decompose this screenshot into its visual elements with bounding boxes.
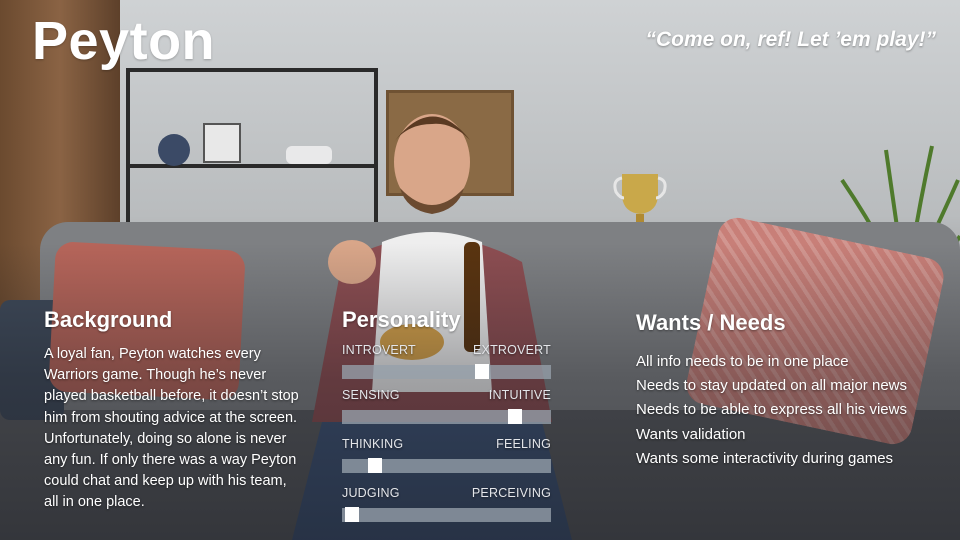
- trait-slider: SENSING INTUITIVE: [342, 388, 551, 438]
- list-item: Wants some interactivity during games: [636, 449, 894, 467]
- trait-knob: [508, 409, 523, 424]
- list-item: Needs to stay updated on all major news: [636, 377, 907, 395]
- trait-left-label: INTROVERT: [342, 343, 416, 357]
- trait-track: [342, 507, 551, 522]
- trait-left-label: THINKING: [342, 437, 404, 451]
- trait-right-label: INTUITIVE: [488, 388, 551, 402]
- trait-slider: THINKING FEELING: [342, 437, 551, 487]
- trait-track: [342, 458, 551, 473]
- trait-left-label: SENSING: [342, 388, 400, 402]
- trait-slider: JUDGING PERCEIVING: [342, 486, 551, 536]
- trait-slider: INTROVERT EXTROVERT: [342, 343, 551, 393]
- trait-knob: [368, 458, 383, 473]
- trait-track: [342, 364, 551, 379]
- background-text: A loyal fan, Peyton watches every Warrio…: [44, 346, 299, 511]
- trait-right-label: EXTROVERT: [473, 343, 551, 357]
- list-item: All info needs to be in one place: [636, 353, 849, 370]
- wants-heading: Wants / Needs: [636, 310, 786, 335]
- trait-knob: [475, 364, 490, 379]
- trait-knob: [345, 507, 360, 522]
- wants-list: All info needs to be in one place Needs …: [636, 350, 907, 471]
- trait-left-label: JUDGING: [342, 486, 400, 500]
- trait-right-label: FEELING: [496, 437, 551, 451]
- background-heading: Background: [44, 307, 173, 332]
- list-item: Wants validation: [636, 425, 746, 443]
- persona-name: Peyton: [32, 11, 216, 71]
- trait-track: [342, 409, 551, 424]
- trait-right-label: PERCEIVING: [471, 486, 551, 500]
- personality-heading: Personality: [342, 307, 461, 332]
- persona-quote: “Come on, ref! Let ’em play!”: [645, 28, 936, 51]
- list-item: Needs to be able to express all his view…: [636, 401, 907, 419]
- persona-slide: Peyton “Come on, ref! Let ’em play!” Bac…: [0, 0, 960, 540]
